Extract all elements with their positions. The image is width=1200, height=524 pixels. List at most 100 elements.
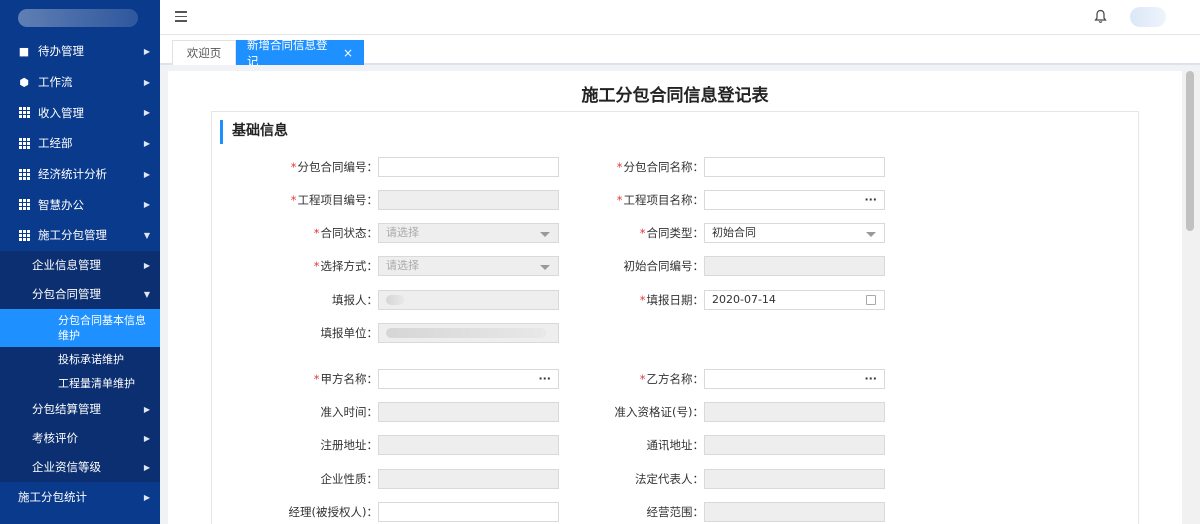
contract-name-input[interactable] <box>704 157 885 177</box>
bookmark-icon: ■ <box>18 44 30 58</box>
ellipsis-icon[interactable]: ··· <box>864 370 877 388</box>
chevron-down-icon <box>866 232 876 237</box>
required-mark: * <box>290 160 297 174</box>
sidebar-item-label: 施工分包管理 <box>38 228 107 243</box>
chevron-right-icon: ▶ <box>143 169 150 179</box>
party-b-label: *乙方名称： <box>639 372 704 386</box>
chevron-right-icon: ▶ <box>143 404 150 414</box>
sidebar-item-economics[interactable]: 工经部 ▶ <box>0 128 160 159</box>
scrollbar-thumb[interactable] <box>1186 71 1194 231</box>
sidebar-item-subcontract-stats[interactable]: 施工分包统计 ▶ <box>0 482 160 513</box>
required-mark: * <box>313 372 320 386</box>
report-unit-input[interactable] <box>378 323 559 343</box>
sidebar-item-evaluation[interactable]: 考核评价 ▶ <box>0 424 160 453</box>
placeholder: 请选择 <box>386 259 419 272</box>
calendar-icon[interactable] <box>866 295 876 305</box>
admission-cert-input[interactable] <box>704 402 885 422</box>
sidebar-item-label: 收入管理 <box>38 105 84 120</box>
required-mark: * <box>313 259 320 273</box>
tab-bar: 欢迎页 新增合同信息登记 × <box>160 35 1200 68</box>
scrollbar[interactable] <box>1183 71 1200 524</box>
chevron-right-icon: ▶ <box>143 77 150 87</box>
chevron-right-icon: ▶ <box>143 462 150 472</box>
sidebar-item-enterprise[interactable]: 企业信息管理 ▶ <box>0 251 160 280</box>
sidebar-item-label: 投标承诺维护 <box>58 352 124 366</box>
sidebar-item-workflow[interactable]: ⬢ 工作流 ▶ <box>0 67 160 98</box>
chevron-down-icon: ▼ <box>143 230 150 240</box>
contract-no-label: *分包合同编号： <box>290 160 378 174</box>
topbar <box>160 0 1200 35</box>
initial-contract-no-input[interactable] <box>704 256 885 276</box>
sidebar-item-statistics[interactable]: 经济统计分析 ▶ <box>0 159 160 190</box>
report-unit-label: 填报单位： <box>320 326 379 340</box>
reg-address-label: 注册地址： <box>320 438 379 452</box>
contract-name-label: *分包合同名称： <box>616 160 704 174</box>
report-date-input[interactable]: 2020-07-14 <box>704 290 885 310</box>
grid-icon <box>18 107 30 119</box>
enterprise-nature-label: 企业性质： <box>320 472 379 486</box>
required-mark: * <box>616 160 623 174</box>
ellipsis-icon[interactable]: ··· <box>864 191 877 209</box>
chevron-right-icon: ▶ <box>143 46 150 56</box>
party-a-label: *甲方名称： <box>313 372 378 386</box>
required-mark: * <box>313 226 320 240</box>
mail-address-input[interactable] <box>704 435 885 455</box>
menu-toggle-icon[interactable] <box>175 11 187 23</box>
sidebar-item-todo[interactable]: ■ 待办管理 ▶ <box>0 36 160 67</box>
contract-type-label: *合同类型： <box>639 226 704 240</box>
sidebar-item-label: 分包合同基本信息维护 <box>58 313 146 342</box>
tab-welcome[interactable]: 欢迎页 <box>172 40 236 65</box>
section-title: 基础信息 <box>220 120 288 144</box>
chevron-right-icon: ▶ <box>143 433 150 443</box>
admission-cert-label: 准入资格证(号)： <box>614 405 704 419</box>
sidebar-item-label: 企业信息管理 <box>32 258 101 273</box>
app-root: ■ 待办管理 ▶ ⬢ 工作流 ▶ 收入管理 ▶ 工经部 ▶ 经济统计分析 ▶ 智… <box>0 0 1200 524</box>
chevron-right-icon: ▶ <box>143 108 150 118</box>
sidebar-item-subcontract[interactable]: 施工分包管理 ▼ <box>0 220 160 251</box>
mail-address-label: 通讯地址： <box>646 438 705 452</box>
tab-new-contract[interactable]: 新增合同信息登记 × <box>236 38 364 68</box>
grid-icon <box>18 199 30 211</box>
sidebar-item-contract[interactable]: 分包合同管理 ▼ <box>0 280 160 309</box>
chevron-right-icon: ▶ <box>143 492 150 502</box>
sidebar-item-contract-basic[interactable]: 分包合同基本信息维护 <box>0 308 160 347</box>
business-scope-input[interactable] <box>704 502 885 522</box>
sidebar-item-office[interactable]: 智慧办公 ▶ <box>0 189 160 220</box>
close-icon[interactable]: × <box>343 46 353 60</box>
placeholder: 请选择 <box>386 226 419 239</box>
required-mark: * <box>290 193 297 207</box>
sidebar-item-label: 工程量清单维护 <box>58 376 135 390</box>
party-b-picker[interactable]: ··· <box>704 369 885 389</box>
admission-time-label: 准入时间： <box>320 405 379 419</box>
sidebar-item-label: 经济统计分析 <box>38 167 107 182</box>
required-mark: * <box>639 293 646 307</box>
legal-rep-input[interactable] <box>704 469 885 489</box>
sidebar: ■ 待办管理 ▶ ⬢ 工作流 ▶ 收入管理 ▶ 工经部 ▶ 经济统计分析 ▶ 智… <box>0 0 160 524</box>
contract-status-label: *合同状态： <box>313 226 378 240</box>
bell-icon[interactable] <box>1094 9 1107 28</box>
sidebar-item-label: 企业资信等级 <box>32 460 101 475</box>
logo <box>0 0 160 36</box>
required-mark: * <box>616 193 623 207</box>
sidebar-item-bid[interactable]: 投标承诺维护 <box>0 347 160 371</box>
avatar[interactable] <box>1130 7 1166 27</box>
form-panel: 基础信息 *分包合同编号： *分包合同名称： *工程项目编号： *工程项目名称：… <box>211 111 1139 524</box>
sidebar-item-label: 工经部 <box>38 136 73 151</box>
contract-type-select[interactable]: 初始合同 <box>704 223 885 243</box>
chevron-right-icon: ▶ <box>143 138 150 148</box>
required-mark: * <box>639 226 646 240</box>
sidebar-item-income[interactable]: 收入管理 ▶ <box>0 97 160 128</box>
project-name-label: *工程项目名称： <box>616 193 704 207</box>
logo-mark <box>18 9 138 27</box>
project-name-picker[interactable]: ··· <box>704 190 885 210</box>
sidebar-item-settlement[interactable]: 分包结算管理 ▶ <box>0 395 160 424</box>
sidebar-item-label: 待办管理 <box>38 44 84 59</box>
tab-label: 新增合同信息登记 <box>247 38 328 68</box>
sidebar-item-credit[interactable]: 企业资信等级 ▶ <box>0 453 160 482</box>
legal-rep-label: 法定代表人： <box>635 472 704 486</box>
chevron-right-icon: ▶ <box>143 200 150 210</box>
submenu-subcontract: 企业信息管理 ▶ 分包合同管理 ▼ 分包合同基本信息维护 投标承诺维护 工程量清… <box>0 250 160 482</box>
sidebar-item-bill[interactable]: 工程量清单维护 <box>0 371 160 395</box>
select-value: 初始合同 <box>712 226 756 239</box>
sidebar-item-label: 分包结算管理 <box>32 402 101 417</box>
